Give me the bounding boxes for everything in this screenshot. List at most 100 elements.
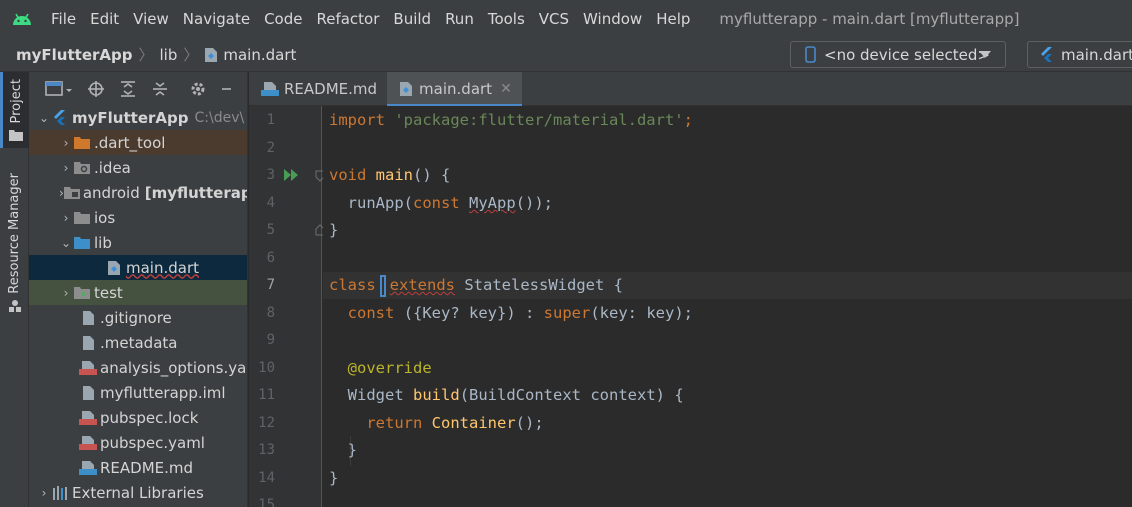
project-tool-tab[interactable]: Project — [0, 72, 29, 148]
yml-file-icon — [79, 409, 97, 427]
breadcrumb-project[interactable]: myFlutterApp — [0, 46, 132, 64]
dropdown-arrow-icon — [979, 51, 991, 58]
menu-view[interactable]: View — [126, 10, 176, 28]
breadcrumb-lib[interactable]: lib — [160, 46, 178, 64]
token-text: ({Key? key}) : — [403, 304, 544, 322]
line-number: 8 — [266, 305, 275, 321]
tree-root-myflutterapp[interactable]: ⌄ myFlutterApp C:\dev\ — [29, 105, 247, 130]
device-selector[interactable]: <no device selected> — [790, 41, 1006, 68]
folder-source-icon — [73, 234, 91, 252]
breadcrumb-file-label: main.dart — [223, 45, 297, 64]
code-line-4: runApp(const MyApp()); — [329, 190, 553, 217]
tree-item-lib[interactable]: ⌄ lib — [29, 230, 247, 255]
chevron-right-icon[interactable]: › — [59, 161, 73, 175]
menu-vcs[interactable]: VCS — [532, 10, 576, 28]
token-const: const — [347, 304, 395, 322]
line-number: 9 — [266, 332, 275, 348]
locate-icon[interactable] — [87, 80, 105, 98]
tab-main-dart-label: main.dart — [419, 80, 493, 98]
code-line-12: return Container(); — [329, 410, 543, 437]
code-editor[interactable]: import 'package:flutter/material.dart'; … — [323, 106, 1132, 507]
chevron-right-icon[interactable]: › — [59, 136, 73, 150]
token-text: StatelessWidget { — [464, 276, 623, 294]
resource-manager-tab-label: Resource Manager — [7, 172, 22, 294]
tree-item-label: lib — [94, 233, 112, 252]
tree-item-metadata[interactable]: .metadata — [29, 330, 247, 355]
token-runapp: runApp( — [347, 194, 413, 212]
menu-code[interactable]: Code — [257, 10, 309, 28]
run-config-selector[interactable]: main.dart — [1027, 41, 1132, 68]
folder-settings-icon — [73, 159, 91, 177]
tree-item-iml[interactable]: myflutterapp.iml — [29, 380, 247, 405]
menu-navigate[interactable]: Navigate — [176, 10, 257, 28]
collapse-all-icon[interactable] — [151, 80, 169, 98]
tree-item-gitignore[interactable]: .gitignore — [29, 305, 247, 330]
tree-item-ios[interactable]: › ios — [29, 205, 247, 230]
markdown-file-icon — [79, 459, 97, 477]
menu-edit[interactable]: Edit — [83, 10, 126, 28]
text-cursor — [379, 274, 386, 297]
token-return: return — [366, 414, 423, 432]
tree-item-label: android — [82, 183, 140, 202]
tree-item-label: README.md — [100, 458, 194, 477]
yml-file-icon — [79, 359, 97, 377]
view-mode-icon[interactable] — [45, 80, 73, 98]
folder-icon — [9, 129, 23, 142]
tree-item-idea[interactable]: › .idea — [29, 155, 247, 180]
token-const: const — [413, 194, 460, 212]
dart-file-icon — [204, 47, 218, 63]
window-title: myflutterapp - main.dart [myflutterapp] — [719, 10, 1020, 28]
menu-run[interactable]: Run — [438, 10, 481, 28]
token-container: Container — [431, 414, 516, 432]
close-tab-icon[interactable]: ✕ — [500, 81, 512, 97]
chevron-right-icon[interactable]: › — [59, 211, 73, 225]
tree-item-main-dart[interactable]: main.dart — [29, 255, 247, 280]
token-brace: } — [329, 221, 339, 239]
tree-item-pubspec-lock[interactable]: pubspec.lock — [29, 405, 247, 430]
code-line-5: } — [329, 217, 338, 244]
token-extends: extends — [389, 276, 455, 294]
device-selector-label: <no device selected> — [824, 45, 990, 64]
run-main-icon[interactable] — [283, 168, 301, 182]
line-number: 10 — [258, 360, 275, 376]
menu-build[interactable]: Build — [386, 10, 438, 28]
tree-item-pubspec-yaml[interactable]: pubspec.yaml — [29, 430, 247, 455]
tree-item-dart-tool[interactable]: › .dart_tool — [29, 130, 247, 155]
flutter-icon — [1040, 46, 1054, 63]
menu-window[interactable]: Window — [576, 10, 649, 28]
dart-file-icon — [105, 259, 123, 277]
tree-item-module-suffix: [myflutterap — [144, 183, 248, 202]
breadcrumb-separator-icon: 〉 — [183, 46, 199, 64]
menu-bar: File Edit View Navigate Code Refactor Bu… — [0, 0, 1132, 38]
resource-manager-tab[interactable]: Resource Manager — [0, 168, 29, 318]
token-widget: Widget — [347, 386, 404, 404]
minimize-icon[interactable] — [221, 80, 231, 98]
menu-help[interactable]: Help — [649, 10, 697, 28]
breadcrumb-file[interactable]: main.dart — [204, 46, 296, 64]
menu-file[interactable]: File — [44, 10, 83, 28]
menu-tools[interactable]: Tools — [481, 10, 532, 28]
tree-item-android[interactable]: › android [myflutterap — [29, 180, 247, 205]
tree-item-test[interactable]: › test — [29, 280, 247, 305]
tree-item-external-libraries[interactable]: › External Libraries — [29, 480, 247, 505]
line-number: 11 — [258, 387, 275, 403]
tab-readme[interactable]: README.md — [249, 72, 387, 106]
project-panel: ⌄ myFlutterApp C:\dev\ › .dart_tool › .i… — [29, 72, 248, 507]
chevron-right-icon[interactable]: › — [59, 286, 73, 300]
line-number: 6 — [266, 250, 275, 266]
breadcrumb-separator-icon: 〉 — [138, 46, 154, 64]
line-number: 4 — [266, 195, 275, 211]
expand-all-icon[interactable] — [119, 80, 137, 98]
chevron-right-icon[interactable]: › — [37, 486, 51, 500]
line-number: 15 — [258, 497, 275, 507]
chevron-down-icon[interactable]: ⌄ — [59, 236, 73, 250]
tab-main-dart[interactable]: main.dart ✕ — [387, 72, 522, 107]
token-annotation: @override — [347, 359, 432, 377]
menu-refactor[interactable]: Refactor — [309, 10, 386, 28]
tree-item-analysis-options[interactable]: analysis_options.yaml — [29, 355, 247, 380]
dart-file-icon — [399, 81, 413, 97]
tree-item-readme[interactable]: README.md — [29, 455, 247, 480]
gear-icon[interactable] — [189, 80, 207, 98]
chevron-down-icon[interactable]: ⌄ — [37, 111, 51, 125]
tree-item-label: pubspec.lock — [100, 408, 199, 427]
